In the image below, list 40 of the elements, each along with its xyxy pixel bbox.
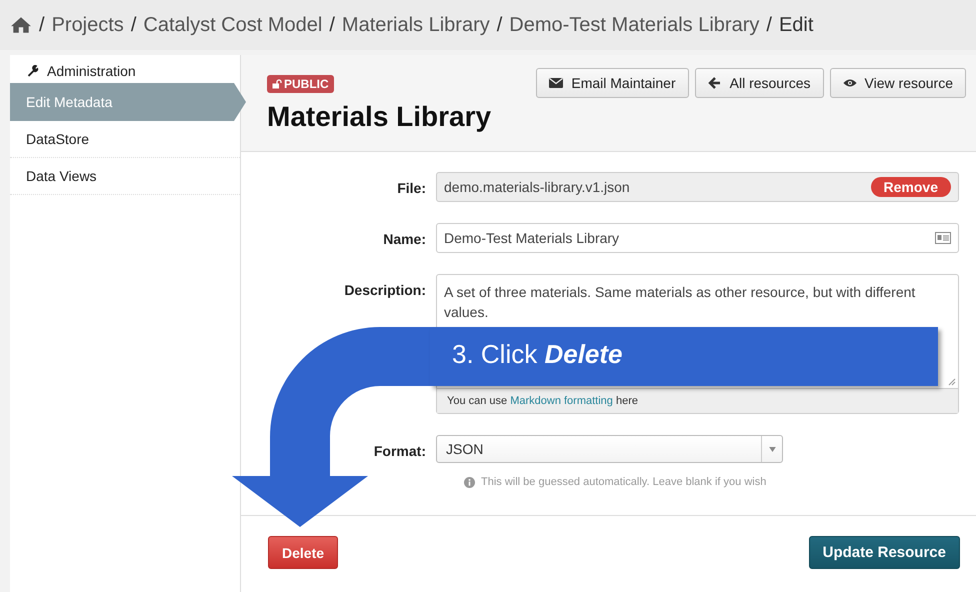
field-label: Description: <box>343 281 426 300</box>
action-button[interactable]: Email Maintainer <box>536 68 689 98</box>
resize-grip-icon <box>948 378 956 386</box>
name-field[interactable]: Demo-Test Materials Library <box>436 223 959 253</box>
breadcrumb-separator: / <box>39 14 45 36</box>
update-button[interactable]: Update Resource <box>808 536 960 569</box>
home-icon[interactable] <box>10 16 32 34</box>
markdown-link[interactable]: Markdown formatting <box>510 395 613 407</box>
breadcrumb-link[interactable]: Catalyst Cost Model <box>143 14 322 36</box>
action-button[interactable]: View resource <box>830 68 966 98</box>
public-badge: PUBLIC <box>267 75 334 93</box>
breadcrumb-separator: / <box>766 14 772 36</box>
file-field[interactable]: demo.materials-library.v1.json Remove <box>436 172 959 202</box>
breadcrumb-link[interactable]: Demo-Test Materials Library <box>509 14 760 36</box>
breadcrumb-separator: / <box>496 14 502 36</box>
info-icon <box>464 476 475 488</box>
format-select[interactable]: JSON <box>436 435 783 463</box>
remove-button[interactable]: Remove <box>870 177 951 197</box>
field-label: File: <box>396 179 426 198</box>
breadcrumb-separator: / <box>130 14 136 36</box>
id-card-icon <box>935 232 951 244</box>
breadcrumb-link[interactable]: Edit <box>778 14 814 36</box>
breadcrumb-separator: / <box>329 14 335 36</box>
field-label: Format: <box>372 442 426 461</box>
step-callout-tooltip: 3. Click Delete <box>430 327 938 386</box>
eye-icon <box>842 77 857 89</box>
field-label: Name: <box>382 230 426 249</box>
wrench-icon <box>26 65 40 77</box>
page-title: Materials Library <box>267 101 492 133</box>
delete-button[interactable]: Delete <box>268 536 338 569</box>
unlock-icon <box>272 79 282 89</box>
envelope-icon <box>549 77 564 89</box>
format-hint: This will be guessed automatically. Leave blank if you wish <box>481 476 766 488</box>
markdown-hint: You can use Markdown formatting here <box>447 395 638 407</box>
left-arrow-icon <box>708 77 722 89</box>
action-button[interactable]: All resources <box>694 68 824 98</box>
breadcrumb-link[interactable]: Materials Library <box>342 14 490 36</box>
sidebar-heading: Administration <box>47 63 136 79</box>
breadcrumb-link[interactable]: Projects <box>52 14 124 36</box>
caret-icon <box>768 446 776 452</box>
